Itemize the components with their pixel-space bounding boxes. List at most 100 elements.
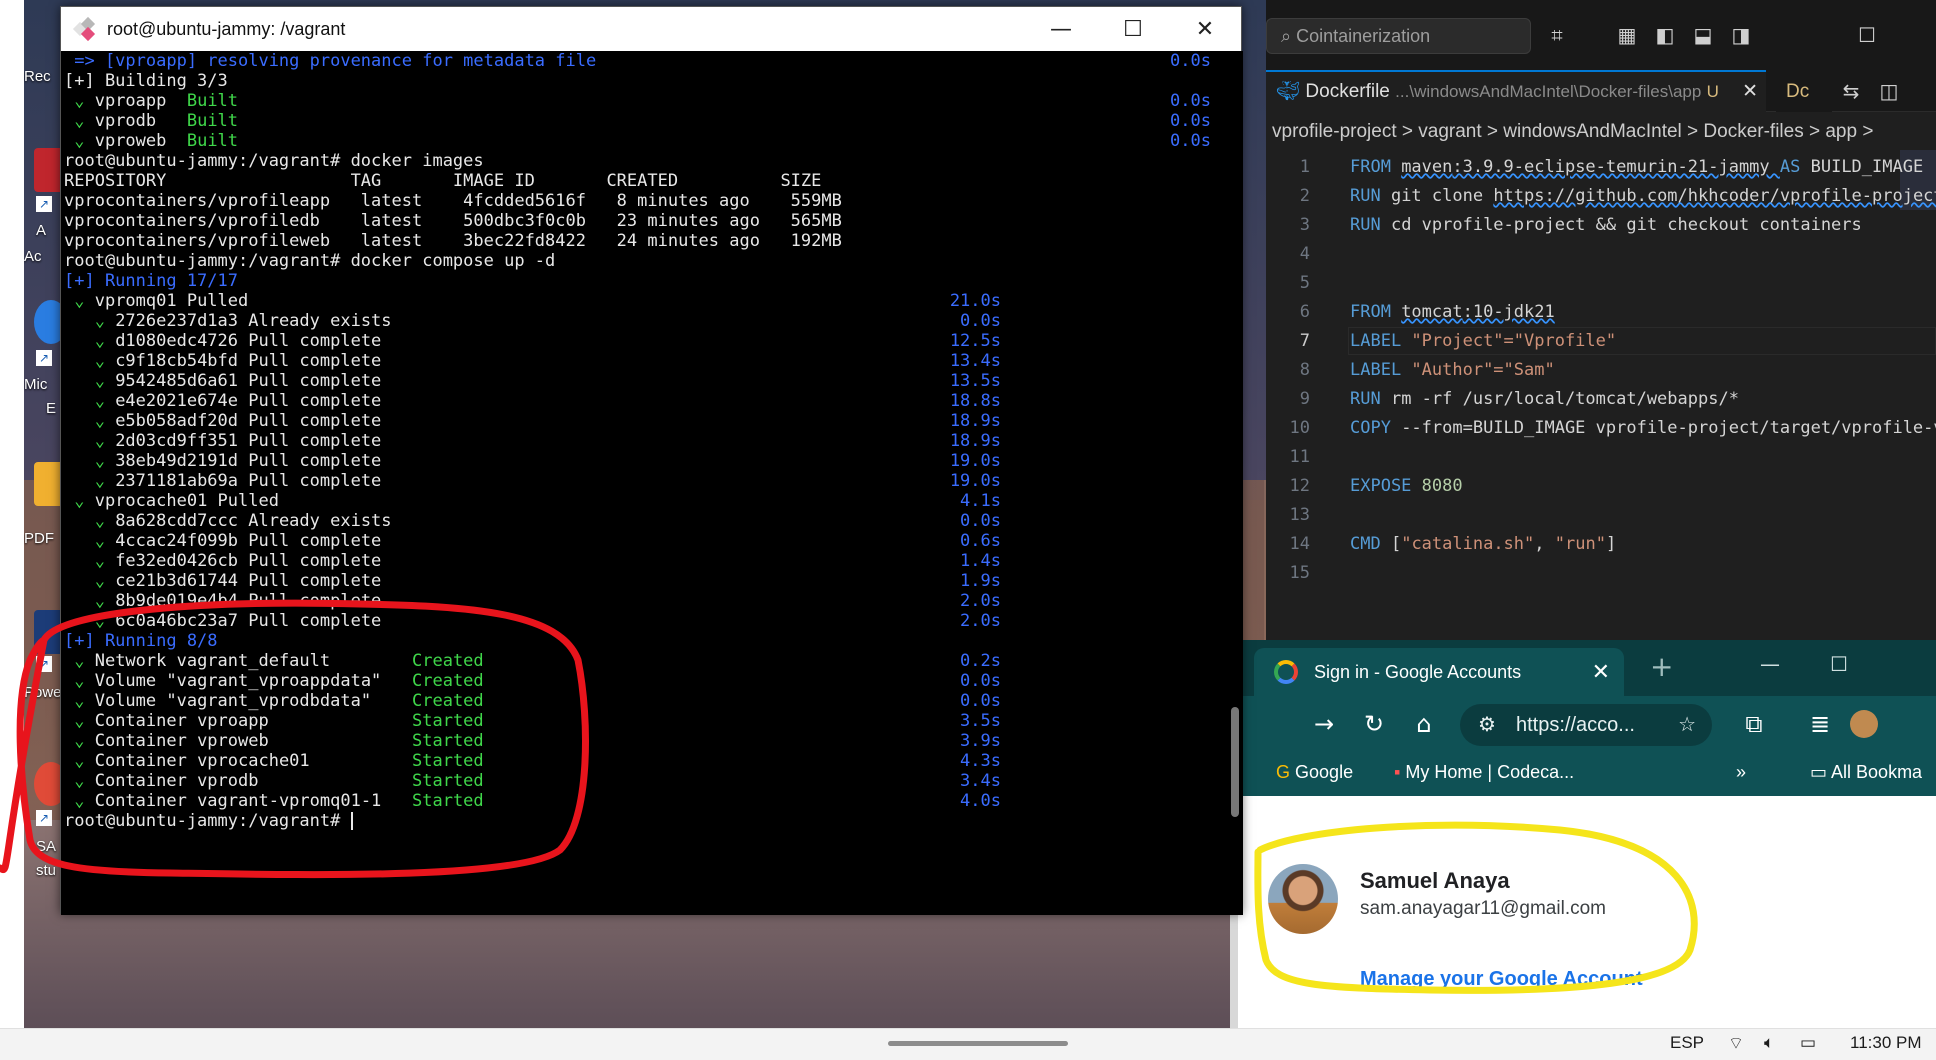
more-bookmarks-icon[interactable]: » bbox=[1736, 762, 1746, 783]
open-changes-icon[interactable]: ⇆ bbox=[1838, 78, 1864, 104]
reading-list-icon[interactable]: ≣ bbox=[1806, 710, 1834, 738]
search-icon: ⌕ bbox=[1281, 26, 1297, 46]
desktop-label-stu[interactable]: stu bbox=[36, 862, 56, 879]
terminal-text: vproweb bbox=[94, 131, 187, 151]
taskbar-handle[interactable] bbox=[888, 1041, 1068, 1046]
step-duration: 13.5s bbox=[949, 371, 1001, 391]
tab-google-signin[interactable]: Sign in - Google Accounts ✕ bbox=[1254, 648, 1624, 696]
reload-icon[interactable]: ↻ bbox=[1360, 710, 1388, 738]
new-tab-button[interactable]: + bbox=[1650, 650, 1673, 683]
terminal-text: ⌄ bbox=[64, 111, 95, 131]
terminal-text: Started bbox=[412, 791, 484, 811]
maximize-button[interactable]: ☐ bbox=[1097, 7, 1169, 51]
maximize-icon[interactable]: ☐ bbox=[1830, 652, 1848, 676]
step-duration: 2.0s bbox=[960, 611, 1001, 631]
scrollbar-thumb[interactable] bbox=[1231, 707, 1239, 817]
step-duration: 0.6s bbox=[960, 531, 1001, 551]
tab-status: U bbox=[1706, 82, 1719, 101]
minimize-icon[interactable]: — bbox=[1760, 652, 1780, 676]
terminal-line: ⌄ vpromq01 Pulled bbox=[64, 291, 248, 311]
codecademy-icon: ▪ bbox=[1394, 762, 1401, 782]
battery-icon[interactable]: ▭ bbox=[1800, 1033, 1816, 1053]
breadcrumb[interactable]: vprofile-project > vagrant > windowsAndM… bbox=[1266, 114, 1936, 150]
code-line: 14 CMD ["catalina.sh", "run"] bbox=[1266, 530, 1936, 558]
profile-avatar[interactable] bbox=[1850, 710, 1878, 738]
terminal-text: Built bbox=[186, 91, 239, 111]
step-duration: 0.0s bbox=[1170, 131, 1211, 151]
terminal-text: Created bbox=[412, 651, 484, 671]
extensions-icon[interactable]: ⧉ bbox=[1740, 710, 1768, 738]
command-center[interactable]: ⌕ Cointainerization bbox=[1266, 18, 1531, 54]
code-editor[interactable]: 1 FROM maven:3.9.9-eclipse-temurin-21-jam… bbox=[1266, 150, 1936, 640]
manage-account-link[interactable]: Manage your Google Account bbox=[1360, 968, 1643, 991]
terminal-output[interactable]: => [vproapp] resolving provenance for me… bbox=[61, 51, 1243, 915]
desktop-label-pdf[interactable]: PDF bbox=[24, 530, 54, 547]
terminal-text: Started bbox=[412, 751, 484, 771]
step-duration: 1.4s bbox=[960, 551, 1001, 571]
terminal-line: ⌄ 2d03cd9ff351 Pull complete bbox=[64, 431, 382, 451]
split-editor-icon[interactable]: ◫ bbox=[1876, 78, 1902, 104]
wifi-icon[interactable]: ⌔ bbox=[1728, 1033, 1744, 1054]
close-button[interactable]: ✕ bbox=[1169, 7, 1241, 51]
restore-window-icon[interactable]: ☐ bbox=[1854, 22, 1880, 48]
code-token: CMD bbox=[1350, 534, 1391, 554]
terminal-text: Container vproapp bbox=[94, 711, 412, 731]
desktop-label-sa[interactable]: SA bbox=[36, 838, 56, 855]
close-tab-icon[interactable]: ✕ bbox=[1592, 648, 1610, 696]
line-number: 6 bbox=[1299, 302, 1310, 322]
close-icon[interactable]: ✕ bbox=[1742, 81, 1758, 102]
code-token: LABEL bbox=[1350, 331, 1412, 351]
desktop-label-ac[interactable]: Ac bbox=[24, 248, 42, 265]
all-bookmarks[interactable]: ▭ All Bookma bbox=[1810, 762, 1922, 783]
tab-path: ...\windowsAndMacIntel\Docker-files\app bbox=[1395, 82, 1702, 101]
bookmark-google[interactable]: G Google bbox=[1276, 762, 1353, 783]
step-duration: 19.0s bbox=[949, 471, 1001, 491]
terminal-text: e4e2021e674e Pull complete bbox=[115, 391, 382, 411]
code-line: 2 RUN git clone https://github.com/hkhcod… bbox=[1266, 182, 1936, 210]
terminal-line: ⌄ vprodb Built bbox=[64, 111, 238, 131]
desktop-label-recycle[interactable]: Rec bbox=[24, 68, 51, 85]
tab-title: Sign in - Google Accounts bbox=[1314, 662, 1522, 682]
terminal-text: ⌄ bbox=[64, 571, 116, 591]
desktop-label-a[interactable]: A bbox=[36, 222, 46, 239]
line-number: 11 bbox=[1289, 447, 1310, 467]
code-line: 7 LABEL "Project"="Vprofile" bbox=[1266, 327, 1936, 355]
window-title: root@ubuntu-jammy: /vagrant bbox=[107, 18, 346, 39]
code-token: "Author"="Sam" bbox=[1411, 360, 1555, 380]
vscode-window: ⌕ Cointainerization ⌗ ▦ ◧ ⬓ ◨ ☐ 🐳︎ Docke… bbox=[1266, 0, 1936, 640]
volume-icon[interactable]: 🔈︎ bbox=[1764, 1033, 1774, 1053]
window-controls: — ☐ ✕ bbox=[1025, 7, 1241, 51]
toggle-secondary-sidebar-icon[interactable]: ◨ bbox=[1728, 22, 1754, 48]
desktop-label-powe[interactable]: Powe bbox=[24, 684, 62, 701]
bookmark-star-icon[interactable]: ☆ bbox=[1678, 704, 1696, 746]
site-settings-icon[interactable]: ⚙ bbox=[1478, 704, 1496, 746]
tab-second[interactable]: Dc bbox=[1776, 70, 1832, 112]
terminal-text: [+] Running 8/8 bbox=[64, 631, 218, 651]
tab-dockerfile[interactable]: 🐳︎ Dockerfile ...\windowsAndMacIntel\Doc… bbox=[1266, 70, 1766, 112]
code-line: 9 RUN rm -rf /usr/local/tomcat/webapps/* bbox=[1266, 385, 1936, 413]
layout-customize-icon[interactable]: ▦ bbox=[1614, 22, 1640, 48]
desktop-label-e[interactable]: E bbox=[46, 400, 56, 417]
minimize-button[interactable]: — bbox=[1025, 7, 1097, 51]
terminal-line: ⌄ Container vproapp Started bbox=[64, 711, 483, 731]
terminal-text: ⌄ bbox=[64, 91, 95, 111]
toggle-panel-icon[interactable]: ⬓ bbox=[1690, 22, 1716, 48]
desktop-label-mic[interactable]: Mic bbox=[24, 376, 47, 393]
language-indicator[interactable]: ESP bbox=[1670, 1033, 1704, 1053]
address-bar[interactable]: ⚙ https://acco... ☆ bbox=[1460, 704, 1712, 746]
bookmark-codecademy[interactable]: ▪ My Home | Codeca... bbox=[1394, 762, 1574, 783]
forward-icon[interactable]: → bbox=[1310, 710, 1338, 738]
copilot-icon[interactable]: ⌗ bbox=[1544, 22, 1570, 48]
terminal-text: ⌄ bbox=[64, 751, 95, 771]
toggle-sidebar-icon[interactable]: ◧ bbox=[1652, 22, 1678, 48]
step-duration: 21.0s bbox=[949, 291, 1001, 311]
step-duration: 3.5s bbox=[960, 711, 1001, 731]
code-token: "Project"="Vprofile" bbox=[1411, 331, 1617, 351]
code-line: 1 FROM maven:3.9.9-eclipse-temurin-21-jam… bbox=[1266, 153, 1936, 181]
line-number: 15 bbox=[1289, 563, 1310, 583]
clock[interactable]: 11:30 PM bbox=[1850, 1033, 1922, 1053]
line-number: 13 bbox=[1289, 505, 1310, 525]
terminal-text: Container vprodb bbox=[94, 771, 412, 791]
terminal-text: ⌄ bbox=[64, 731, 95, 751]
home-icon[interactable]: ⌂ bbox=[1410, 710, 1438, 738]
